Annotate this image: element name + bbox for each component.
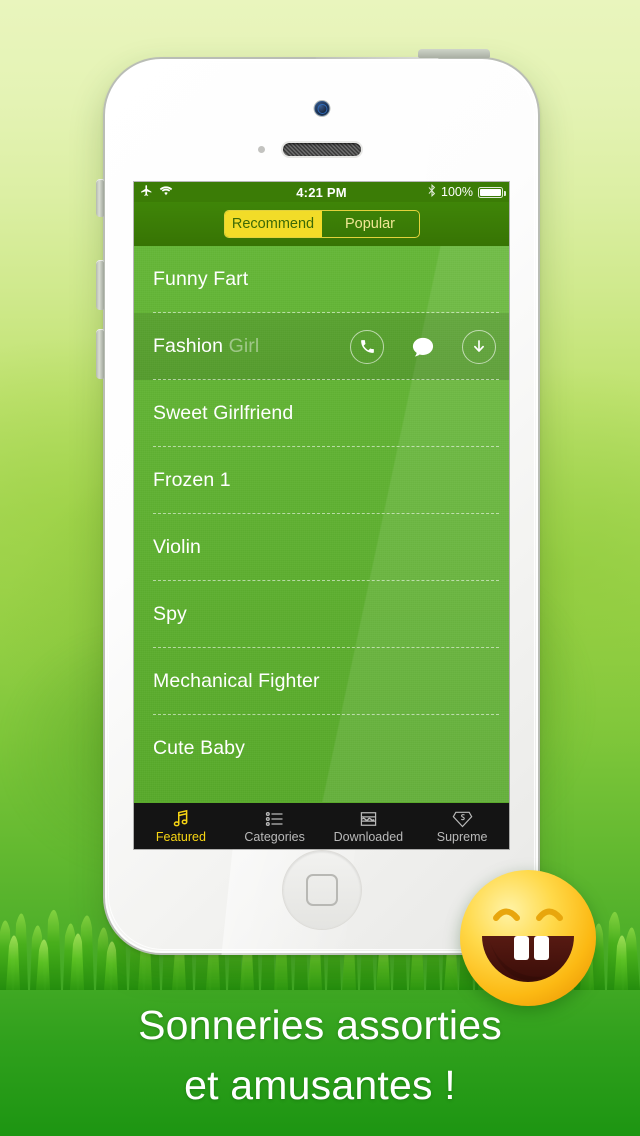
waveform-box-icon xyxy=(358,808,379,829)
list-item-title: Sweet Girlfriend xyxy=(153,402,294,424)
set-as-ringtone-button[interactable] xyxy=(350,329,384,364)
battery-percent-label: 100% xyxy=(441,185,473,199)
list-item[interactable]: Fashion Girl xyxy=(134,313,509,380)
home-button[interactable] xyxy=(282,851,361,929)
list-item-title: Funny Fart xyxy=(153,268,249,290)
list-item-title: Spy xyxy=(153,603,187,625)
phone-screen: 4:21 PM 100% Recommend Popular Funny Far… xyxy=(134,182,509,849)
grinning-face-emoji xyxy=(460,870,596,1006)
list-item[interactable]: Mechanical Fighter xyxy=(134,648,509,715)
segmented-control[interactable]: Recommend Popular xyxy=(223,210,420,238)
status-bar: 4:21 PM 100% xyxy=(134,182,509,202)
tab-supreme[interactable]: Supreme xyxy=(415,803,509,849)
list-item[interactable]: Funny Fart xyxy=(134,246,509,313)
list-item[interactable]: Sweet Girlfriend xyxy=(134,380,509,447)
tab-label: Downloaded xyxy=(333,830,404,845)
tab-downloaded[interactable]: Downloaded xyxy=(322,803,416,849)
nav-bar: Recommend Popular xyxy=(134,202,509,246)
list-item-actions xyxy=(350,329,509,364)
list-item[interactable]: Violin xyxy=(134,514,509,581)
caption: Sonneries assorties et amusantes ! xyxy=(0,995,640,1115)
list-bullets-icon xyxy=(264,808,285,829)
proximity-sensor-icon xyxy=(257,146,265,153)
list-item-title: Mechanical Fighter xyxy=(153,670,320,692)
list-item[interactable]: Frozen 1 xyxy=(134,447,509,514)
mute-switch[interactable] xyxy=(96,179,104,217)
earpiece-speaker xyxy=(282,143,361,156)
download-button[interactable] xyxy=(462,329,496,364)
list-item-title: Cute Baby xyxy=(153,737,245,759)
music-note-icon xyxy=(170,808,191,829)
list-item-title: Frozen 1 xyxy=(153,469,231,491)
tab-label: Featured xyxy=(155,830,206,845)
volume-down-button[interactable] xyxy=(96,329,104,379)
tab-categories[interactable]: Categories xyxy=(228,803,322,849)
list-item-title: Violin xyxy=(153,536,201,558)
segment-popular[interactable]: Popular xyxy=(322,211,419,237)
bluetooth-icon xyxy=(428,184,436,200)
diamond-s-icon xyxy=(451,808,474,829)
segment-recommend[interactable]: Recommend xyxy=(224,211,322,237)
volume-up-button[interactable] xyxy=(96,260,104,310)
iphone-device: 4:21 PM 100% Recommend Popular Funny Far… xyxy=(96,49,540,955)
caption-line-2: et amusantes ! xyxy=(184,1062,456,1108)
set-as-text-tone-button[interactable] xyxy=(406,330,440,364)
battery-icon xyxy=(478,186,506,198)
power-button[interactable] xyxy=(418,49,490,58)
list-item-title: Fashion Girl xyxy=(153,335,260,357)
front-camera-icon xyxy=(314,101,329,116)
tab-bar: Featured Categories Downloaded Supreme xyxy=(134,802,509,849)
status-bar-right: 100% xyxy=(428,184,506,200)
list-item[interactable]: Spy xyxy=(134,581,509,648)
tab-label: Supreme xyxy=(436,830,488,845)
ringtone-list: Funny Fart Fashion Girl Sweet Girlfriend… xyxy=(134,246,509,802)
list-item[interactable]: Cute Baby xyxy=(134,715,509,782)
tab-featured[interactable]: Featured xyxy=(134,803,228,849)
tab-label: Categories xyxy=(244,830,305,845)
